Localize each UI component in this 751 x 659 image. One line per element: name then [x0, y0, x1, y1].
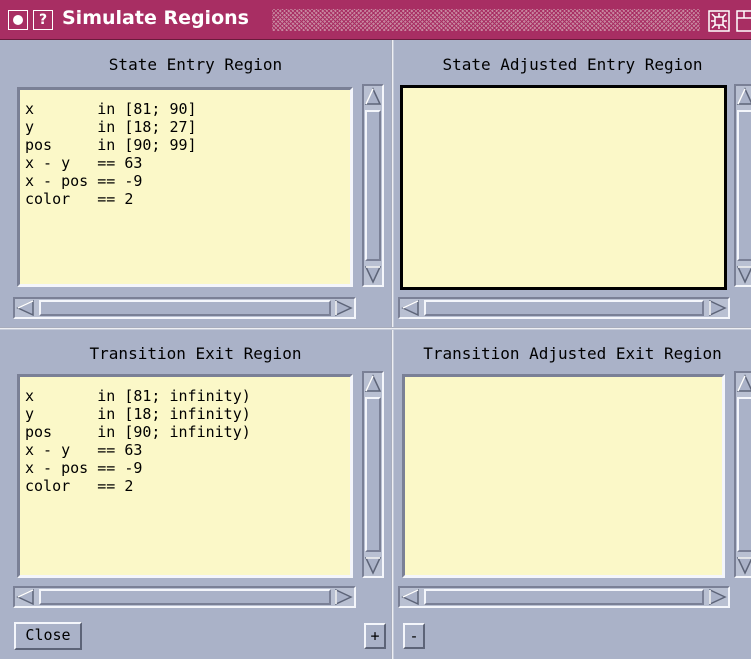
scroll-left-arrow-icon[interactable]	[15, 299, 37, 317]
transition-adjusted-exit-vscroll[interactable]	[734, 371, 751, 578]
transition-exit-text[interactable]: x in [81; infinity) y in [18; infinity) …	[17, 374, 353, 578]
horizontal-pane-divider[interactable]	[0, 327, 751, 330]
scroll-up-arrow-icon[interactable]	[736, 86, 751, 108]
scroll-right-arrow-icon[interactable]	[332, 588, 354, 606]
transition-exit-vscroll[interactable]	[362, 371, 384, 578]
scroll-up-arrow-icon[interactable]	[364, 373, 382, 395]
hscroll-thumb[interactable]	[424, 589, 704, 605]
scroll-down-arrow-icon[interactable]	[736, 263, 751, 285]
close-button[interactable]: Close	[14, 622, 82, 650]
maximize-icon[interactable]	[708, 10, 730, 32]
title-bar-pattern	[272, 9, 700, 31]
window-menu-icon[interactable]	[8, 10, 28, 30]
state-adjusted-entry-title: State Adjusted Entry Region	[442, 55, 703, 74]
transition-adjusted-exit-text[interactable]	[402, 374, 725, 578]
scroll-right-arrow-icon[interactable]	[332, 299, 354, 317]
scroll-down-arrow-icon[interactable]	[736, 554, 751, 576]
state-adjusted-entry-vscroll[interactable]	[734, 84, 751, 287]
transition-adjusted-exit-hscroll[interactable]	[398, 586, 730, 608]
shrink-pane-button[interactable]: -	[403, 623, 425, 649]
state-adjusted-entry-hscroll[interactable]	[398, 297, 730, 319]
state-entry-title: State Entry Region	[108, 55, 283, 74]
hscroll-thumb[interactable]	[39, 300, 331, 316]
scroll-down-arrow-icon[interactable]	[364, 263, 382, 285]
scroll-right-arrow-icon[interactable]	[706, 588, 728, 606]
vscroll-thumb[interactable]	[365, 110, 381, 261]
state-entry-text[interactable]: x in [81; 90] y in [18; 27] pos in [90; …	[17, 87, 353, 287]
expand-pane-button[interactable]: +	[364, 623, 386, 649]
scroll-left-arrow-icon[interactable]	[400, 588, 422, 606]
state-adjusted-entry-text[interactable]	[400, 85, 727, 290]
vscroll-thumb[interactable]	[737, 397, 751, 552]
window-edge-icon[interactable]	[736, 10, 751, 32]
scroll-down-arrow-icon[interactable]	[364, 554, 382, 576]
hscroll-thumb[interactable]	[424, 300, 704, 316]
title-bar[interactable]: ? Simulate Regions	[0, 0, 751, 40]
scroll-left-arrow-icon[interactable]	[15, 588, 37, 606]
help-button[interactable]: ?	[33, 10, 53, 30]
vscroll-thumb[interactable]	[737, 110, 751, 261]
window-title: Simulate Regions	[62, 7, 249, 29]
scroll-up-arrow-icon[interactable]	[364, 86, 382, 108]
scroll-right-arrow-icon[interactable]	[706, 299, 728, 317]
hscroll-thumb[interactable]	[39, 589, 331, 605]
scroll-left-arrow-icon[interactable]	[400, 299, 422, 317]
transition-exit-hscroll[interactable]	[13, 586, 356, 608]
scroll-up-arrow-icon[interactable]	[736, 373, 751, 395]
transition-adjusted-exit-title: Transition Adjusted Exit Region	[423, 344, 722, 363]
transition-exit-title: Transition Exit Region	[89, 344, 302, 363]
state-entry-vscroll[interactable]	[362, 84, 384, 287]
state-entry-hscroll[interactable]	[13, 297, 356, 319]
vscroll-thumb[interactable]	[365, 397, 381, 552]
